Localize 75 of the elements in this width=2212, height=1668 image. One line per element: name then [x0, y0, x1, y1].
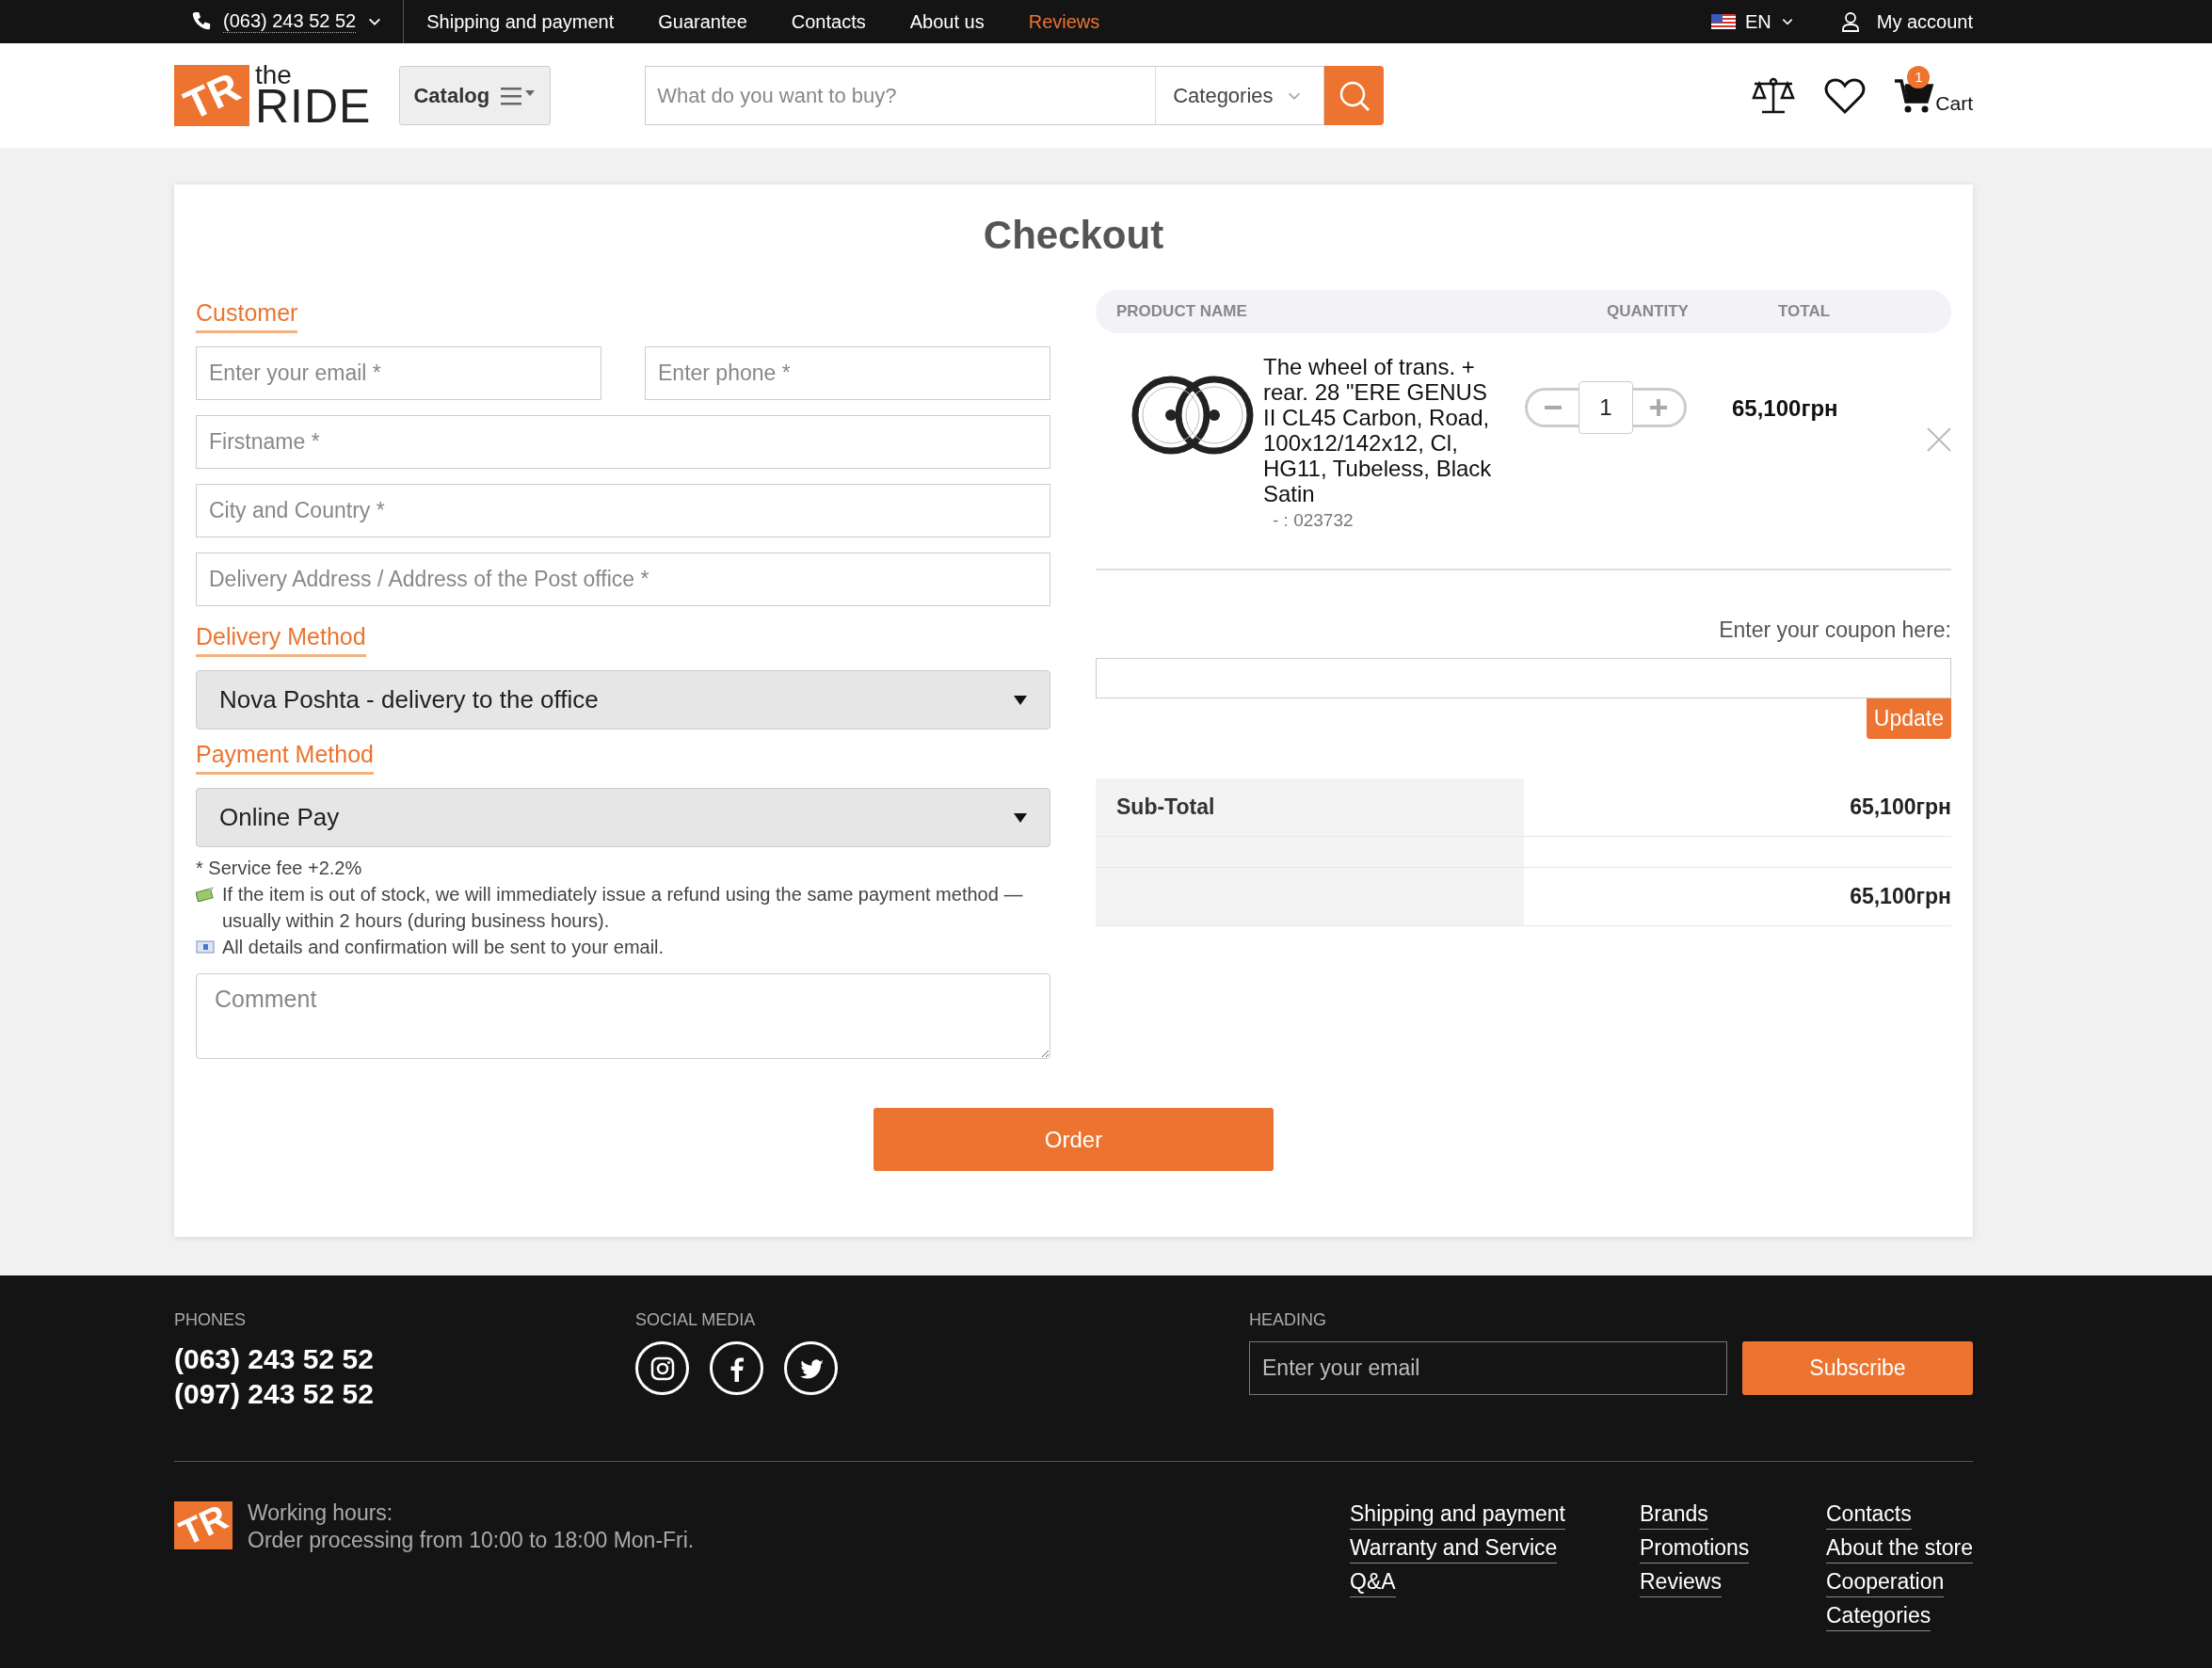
dropdown-arrow-icon [1014, 812, 1027, 823]
catalog-button[interactable]: Catalog [399, 66, 552, 125]
heart-icon[interactable] [1824, 76, 1867, 115]
footer-heading: HEADING [1249, 1310, 1327, 1330]
phone-number[interactable]: (063) 243 52 52 [174, 1341, 635, 1376]
footer-link[interactable]: Warranty and Service [1350, 1533, 1558, 1564]
section-heading: Payment Method [196, 741, 374, 775]
footer-heading: PHONES [174, 1310, 248, 1330]
hours-text: Order processing from 10:00 to 18:00 Mon-Fri. [248, 1527, 695, 1554]
product-total: 65,100грн [1732, 395, 1838, 422]
input-field[interactable]: Enter your email * [196, 346, 601, 400]
totals-label: Sub-Total [1116, 794, 1215, 820]
facebook-button[interactable] [710, 1341, 763, 1395]
dropdown-arrow-icon [1014, 695, 1027, 705]
note-text: All details and confirmation will be sent to your email. [222, 936, 665, 959]
dropdown-select[interactable]: Nova Poshta - delivery to the office [196, 670, 1050, 730]
money-icon [196, 887, 215, 902]
dropdown-select[interactable]: Online Pay [196, 788, 1050, 847]
note-text: If the item is out of stock, we will immediately issue a refund using the same payment method — usually within 2 hours (during business hours). [222, 883, 1024, 933]
footer-link[interactable]: Cooperation [1826, 1567, 1945, 1597]
footer-heading: SOCIAL MEDIA [635, 1310, 757, 1330]
twitter-button[interactable] [784, 1341, 838, 1395]
email-field[interactable]: Enter your email [1249, 1341, 1727, 1395]
quantity-field[interactable]: 1 [1579, 381, 1633, 434]
phone-number[interactable]: (097) 243 52 52 [174, 1376, 635, 1411]
input-field[interactable]: Firstname * [196, 415, 1050, 469]
product-code: - : 023732 [1273, 510, 1354, 531]
menu-icon [501, 85, 537, 106]
scales-icon[interactable] [1751, 76, 1797, 115]
cart-count-badge: 1 [1907, 65, 1931, 88]
language-selector[interactable]: EN [1744, 10, 1771, 33]
section-heading: Customer [196, 299, 298, 333]
phone-number[interactable]: (063) 243 52 52 [223, 10, 357, 33]
input-field[interactable]: Enter phone * [645, 346, 1050, 400]
minus-icon [1545, 406, 1562, 409]
footer-link[interactable]: About the store [1826, 1533, 1973, 1564]
footer-link[interactable]: Categories [1826, 1601, 1931, 1631]
user-icon[interactable] [1840, 11, 1860, 32]
instagram-button[interactable] [635, 1341, 689, 1395]
page-title: Checkout [982, 213, 1165, 258]
plus-icon [1650, 399, 1667, 416]
column-header: QUANTITY [1607, 302, 1690, 321]
product-name[interactable]: The wheel of trans. + rear. 28 "ERE GENUS II CL45 Carbon, Road, 100x12/142x12, Cl, HG11, Tubeless, Black Satin [1263, 354, 1499, 506]
footer-link[interactable]: Brands [1640, 1500, 1708, 1530]
footer-link[interactable]: Shipping and payment [1350, 1500, 1565, 1530]
nav-link[interactable]: Shipping and payment [426, 10, 615, 33]
instagram-icon [649, 1355, 676, 1382]
cart-link[interactable]: Cart [1935, 91, 1973, 115]
hours-title: Working hours: [248, 1500, 394, 1527]
footer-link[interactable]: Promotions [1640, 1533, 1750, 1564]
column-header: PRODUCT NAME [1116, 302, 1248, 321]
coupon-field[interactable] [1096, 658, 1951, 698]
nav-link[interactable]: Reviews [1028, 10, 1100, 33]
column-header: TOTAL [1778, 302, 1832, 321]
account-link[interactable]: My account [1876, 10, 1973, 33]
nav-link[interactable]: Contacts [791, 10, 866, 33]
section-heading: Delivery Method [196, 623, 366, 657]
footer-link[interactable]: Q&A [1350, 1567, 1396, 1597]
footer-link[interactable]: Contacts [1826, 1500, 1912, 1530]
nav-link[interactable]: About us [909, 10, 985, 33]
note-text: * Service fee +2.2% [196, 857, 362, 880]
categories-dropdown[interactable]: Categories [1155, 66, 1325, 125]
search-button[interactable] [1324, 66, 1385, 125]
comment-field[interactable]: Comment [196, 973, 1050, 1059]
input-field[interactable]: Delivery Address / Address of the Post office * [196, 553, 1050, 606]
us-flag-icon [1710, 14, 1736, 29]
coupon-label: Enter your coupon here: [1718, 617, 1951, 643]
logo-text[interactable]: the [255, 61, 372, 88]
totals-value: 65,100грн [1850, 794, 1951, 820]
nav-link[interactable]: Guarantee [658, 10, 747, 33]
input-field[interactable]: City and Country * [196, 484, 1050, 537]
footer-link[interactable]: Reviews [1640, 1567, 1722, 1597]
envelope-icon [196, 939, 215, 954]
totals-value: 65,100грн [1850, 884, 1951, 909]
search-field[interactable]: What do you want to buy? [645, 66, 1156, 125]
